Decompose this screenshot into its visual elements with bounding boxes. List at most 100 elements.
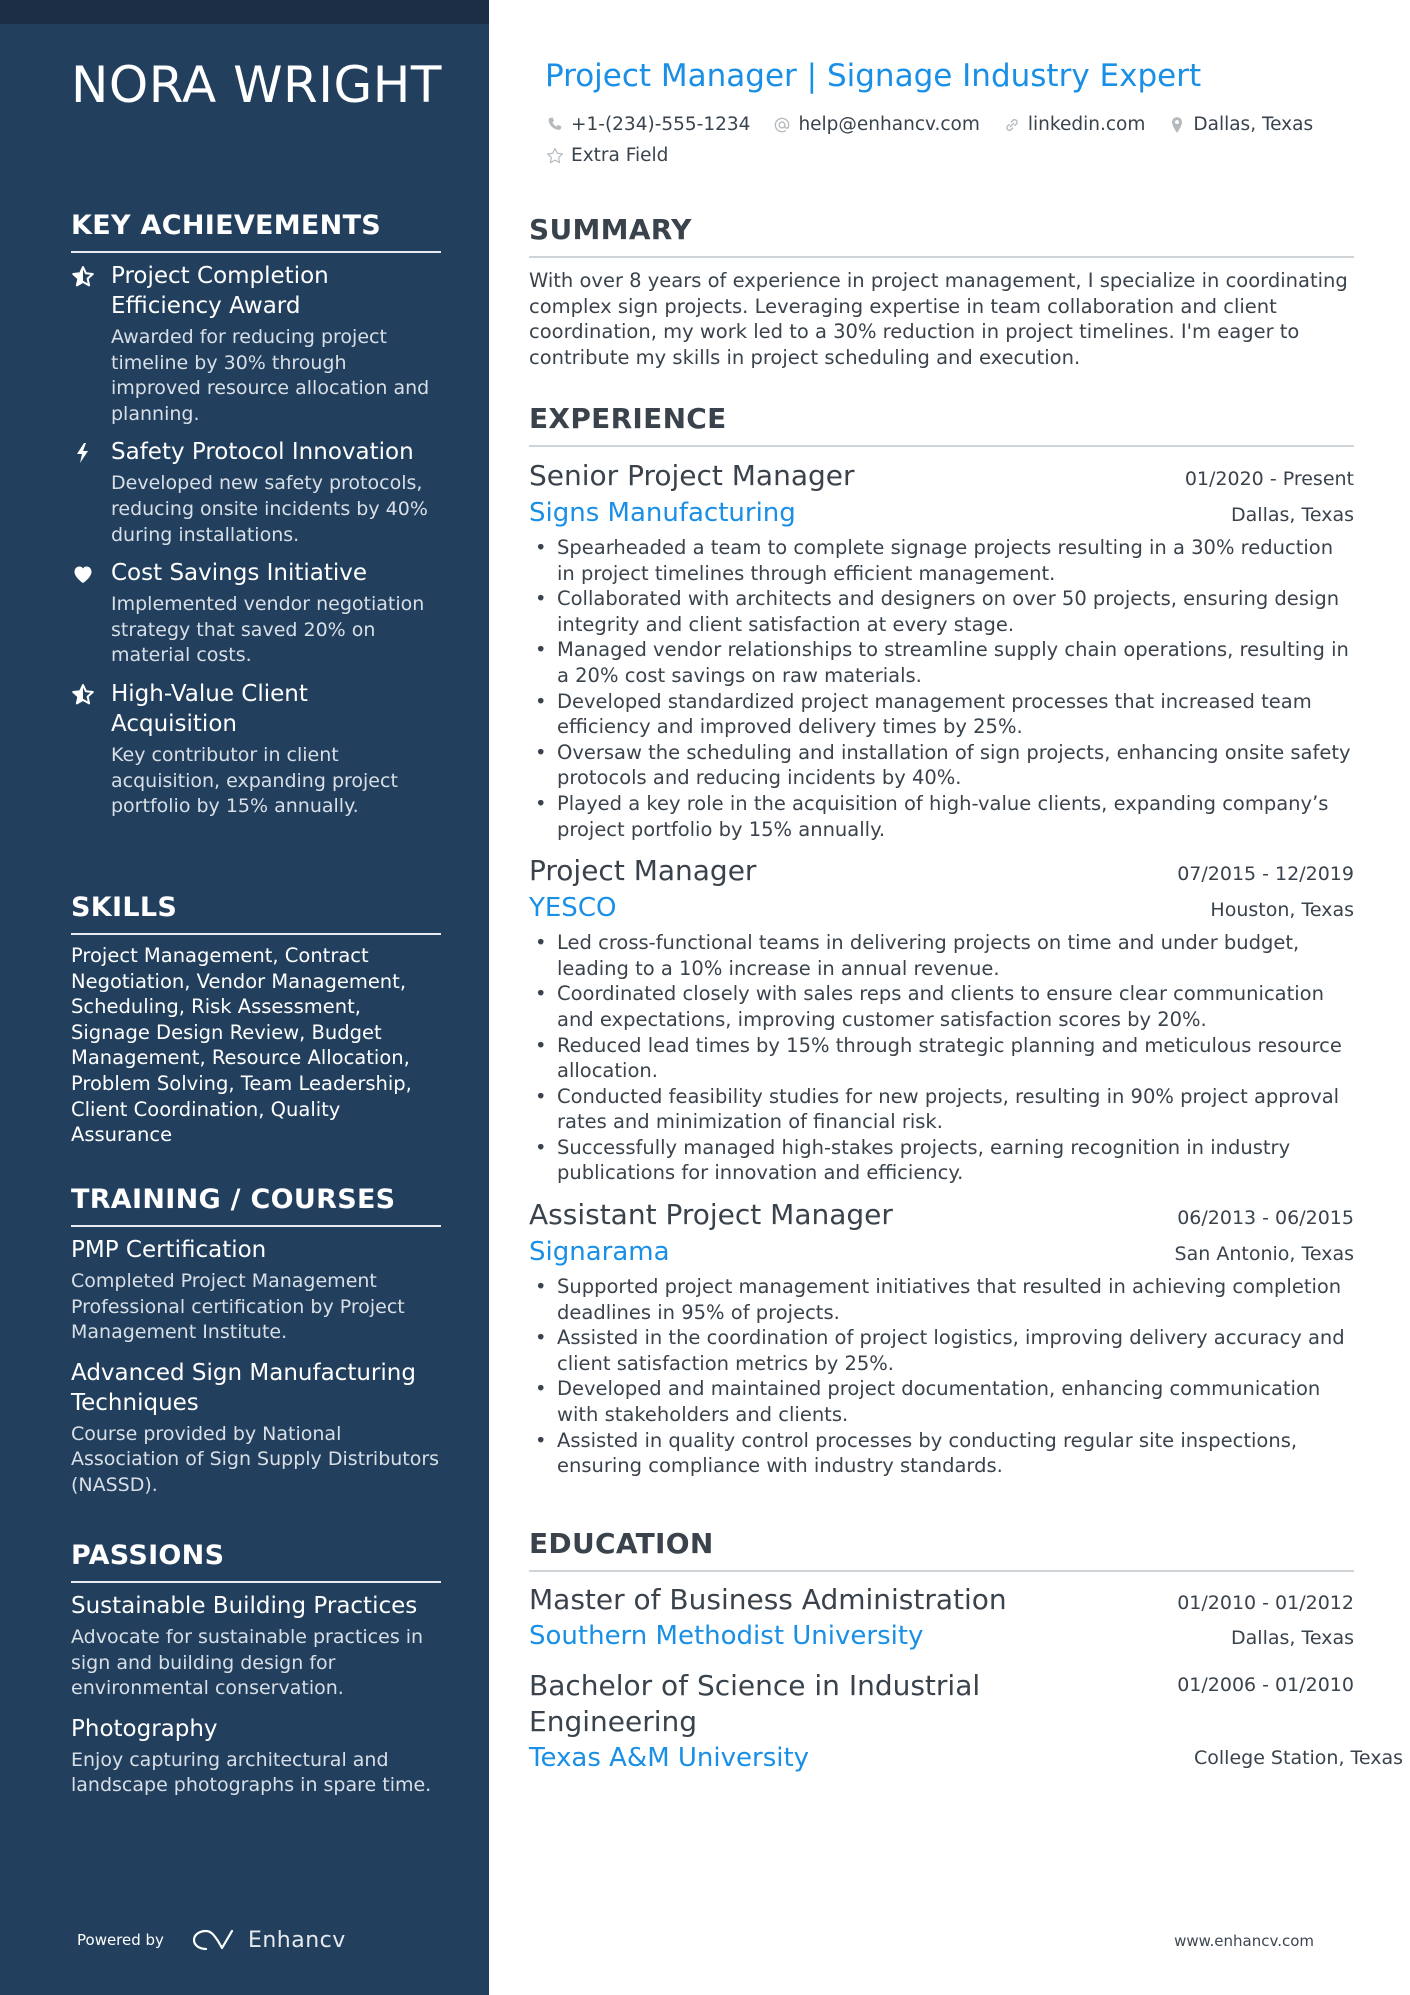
passion-description: Advocate for sustainable practices in si… xyxy=(71,1626,424,1700)
training-title: PMP Certification xyxy=(71,1237,267,1263)
star-half-icon xyxy=(71,683,95,707)
achievement-description: Key contributor in client acquisition, e… xyxy=(111,743,398,818)
training-item: Advanced Sign Manufacturing Techniques C… xyxy=(71,1358,441,1499)
passion-item: Sustainable Building Practices Advocate … xyxy=(71,1591,441,1702)
achievement-title: Safety Protocol Innovation xyxy=(111,439,414,466)
star-half-icon xyxy=(71,265,95,289)
job-title: Assistant Project Manager xyxy=(529,1198,893,1232)
candidate-name: NORA WRIGHT xyxy=(71,56,442,114)
degree-title: Bachelor of Science in Industrial Engine… xyxy=(529,1669,981,1738)
job-company[interactable]: YESCO xyxy=(529,890,616,926)
powered-by-label: Powered by xyxy=(77,1931,164,1949)
training-description: Course provided by National Association … xyxy=(71,1422,440,1496)
job-entry: Project Manager 07/2015 - 12/2019 YESCO … xyxy=(529,852,1354,1186)
job-bullet: Successfully managed high-stakes project… xyxy=(529,1135,1354,1186)
contact-extra: Extra Field xyxy=(545,144,668,167)
job-title: Project Manager xyxy=(529,854,757,888)
training-section: TRAINING / COURSES PMP Certification Com… xyxy=(71,1184,441,1511)
location-pin-icon xyxy=(1172,116,1183,133)
sidebar: NORA WRIGHT KEY ACHIEVEMENTS Project Com… xyxy=(0,24,489,1995)
contact-phone[interactable]: +1-(234)-555-1234 xyxy=(545,113,750,136)
job-location: San Antonio, Texas xyxy=(1174,1243,1354,1266)
job-bullet: Spearheaded a team to complete signage p… xyxy=(529,535,1354,586)
heart-icon xyxy=(71,562,95,586)
achievement-description: Awarded for reducing project timeline by… xyxy=(111,326,430,425)
skills-list: Project Management, Contract Negotiation… xyxy=(71,944,412,1147)
job-company[interactable]: Signarama xyxy=(529,1234,670,1270)
achievement-description: Implemented vendor negotiation strategy … xyxy=(111,593,425,667)
training-description: Completed Project Management Professiona… xyxy=(71,1270,405,1344)
job-bullets: Spearheaded a team to complete signage p… xyxy=(529,535,1354,842)
passion-item: Photography Enjoy capturing architectura… xyxy=(71,1714,441,1799)
job-bullet: Managed vendor relationships to streamli… xyxy=(529,637,1354,688)
job-bullets: Supported project management initiatives… xyxy=(529,1274,1354,1479)
section-heading: SUMMARY xyxy=(529,213,1354,258)
education-entry: Bachelor of Science in Industrial Engine… xyxy=(529,1668,1403,1776)
phone-icon xyxy=(548,117,562,130)
experience-section: EXPERIENCE Senior Project Manager 01/202… xyxy=(529,402,1354,1489)
link-icon xyxy=(1006,118,1018,131)
job-company[interactable]: Signs Manufacturing xyxy=(529,495,796,531)
passions-section: PASSIONS Sustainable Building Practices … xyxy=(71,1540,441,1811)
powered-by: Powered by Enhancv xyxy=(77,1927,346,1953)
main-content: Project Manager | Signage Industry Exper… xyxy=(489,0,1410,1995)
achievement-item: Cost Savings Initiative Implemented vend… xyxy=(71,558,441,669)
achievement-description: Developed new safety protocols, reducing… xyxy=(111,472,428,546)
section-heading: PASSIONS xyxy=(71,1540,441,1583)
training-title: Advanced Sign Manufacturing Techniques xyxy=(71,1359,416,1416)
job-bullet: Conducted feasibility studies for new pr… xyxy=(529,1084,1354,1135)
sidebar-top-strip xyxy=(0,0,489,24)
section-heading: EDUCATION xyxy=(529,1527,1354,1572)
location-value: Dallas, Texas xyxy=(1193,114,1314,135)
achievement-item: Project Completion Efficiency Award Awar… xyxy=(71,261,441,427)
job-bullet: Coordinated closely with sales reps and … xyxy=(529,981,1354,1032)
enhancv-logo-icon xyxy=(192,1929,234,1951)
contact-email[interactable]: help@enhancv.com xyxy=(772,113,980,136)
at-icon xyxy=(775,117,790,132)
degree-title: Master of Business Administration xyxy=(529,1583,1007,1616)
job-bullet: Assisted in the coordination of project … xyxy=(529,1325,1354,1376)
education-section: EDUCATION Master of Business Administrat… xyxy=(529,1527,1403,1790)
star-outline-icon xyxy=(547,147,563,163)
contact-linkedin[interactable]: linkedin.com xyxy=(1002,113,1145,136)
achievement-item: High-Value Client Acquisition Key contri… xyxy=(71,679,441,820)
summary-section: SUMMARY With over 8 years of experience … xyxy=(529,213,1354,370)
job-bullet: Collaborated with architects and designe… xyxy=(529,586,1354,637)
school-name[interactable]: Texas A&M University xyxy=(529,1740,809,1776)
school-name[interactable]: Southern Methodist University xyxy=(529,1618,923,1654)
achievement-title: Project Completion Efficiency Award xyxy=(111,263,329,319)
section-heading: KEY ACHIEVEMENTS xyxy=(71,210,441,253)
job-title-headline: Project Manager | Signage Industry Exper… xyxy=(545,58,1202,94)
achievement-title: Cost Savings Initiative xyxy=(111,560,368,587)
school-location: Dallas, Texas xyxy=(1231,1627,1354,1649)
training-item: PMP Certification Completed Project Mana… xyxy=(71,1235,441,1346)
education-entry: Master of Business Administration 01/201… xyxy=(529,1582,1354,1654)
job-entry: Assistant Project Manager 06/2013 - 06/2… xyxy=(529,1196,1354,1479)
job-bullets: Led cross-functional teams in delivering… xyxy=(529,930,1354,1186)
achievement-item: Safety Protocol Innovation Developed new… xyxy=(71,437,441,548)
job-location: Dallas, Texas xyxy=(1231,504,1354,526)
job-dates: 07/2015 - 12/2019 xyxy=(1177,863,1354,886)
job-bullet: Assisted in quality control processes by… xyxy=(529,1428,1354,1479)
summary-text: With over 8 years of experience in proje… xyxy=(529,269,1348,369)
lightning-bolt-icon xyxy=(71,441,95,465)
achievement-title: High-Value Client Acquisition xyxy=(111,680,308,737)
education-dates: 01/2010 - 01/2012 xyxy=(1177,1592,1354,1614)
skills-section: SKILLS Project Management, Contract Nego… xyxy=(71,892,441,1148)
passion-title: Sustainable Building Practices xyxy=(71,1593,418,1619)
section-heading: TRAINING / COURSES xyxy=(71,1184,441,1227)
contact-location: Dallas, Texas xyxy=(1167,113,1313,136)
website-link[interactable]: www.enhancv.com xyxy=(1174,1932,1314,1950)
section-heading: SKILLS xyxy=(71,892,441,935)
enhancv-brand: Enhancv xyxy=(247,1927,346,1953)
job-bullet: Led cross-functional teams in delivering… xyxy=(529,930,1354,981)
email-value: help@enhancv.com xyxy=(798,114,980,135)
job-dates: 06/2013 - 06/2015 xyxy=(1177,1207,1354,1230)
enhancv-logo[interactable]: Enhancv xyxy=(190,1927,346,1953)
job-bullet: Reduced lead times by 15% through strate… xyxy=(529,1033,1354,1084)
job-bullet: Supported project management initiatives… xyxy=(529,1274,1354,1325)
job-entry: Senior Project Manager 01/2020 - Present… xyxy=(529,457,1354,842)
section-heading: EXPERIENCE xyxy=(529,402,1354,447)
passion-description: Enjoy capturing architectural and landsc… xyxy=(71,1748,432,1797)
job-bullet: Developed standardized project managemen… xyxy=(529,689,1354,740)
